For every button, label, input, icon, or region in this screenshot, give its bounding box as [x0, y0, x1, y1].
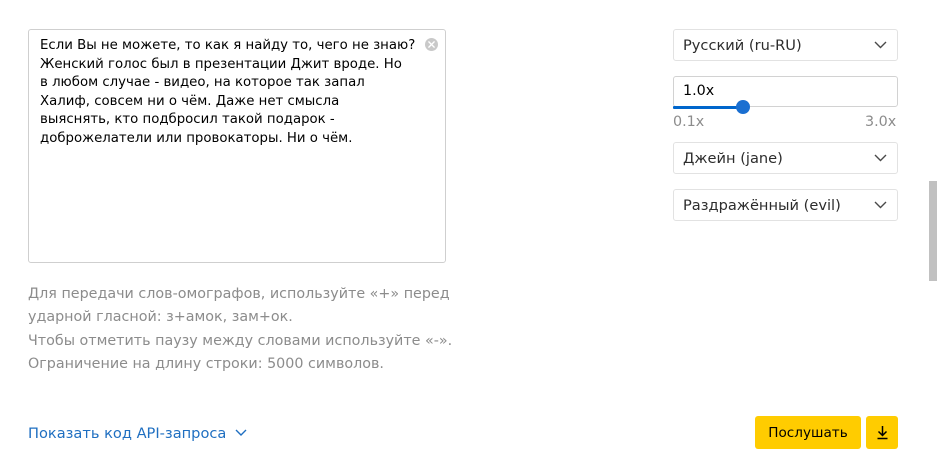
download-icon [877, 426, 887, 440]
hint-line: Ограничение на длину строки: 5000 символ… [28, 356, 384, 373]
chevron-down-icon [874, 41, 887, 49]
text-line: выяснять, кто подбросил такой подарок - [40, 112, 335, 128]
emotion-select[interactable]: Раздражённый (evil) [673, 189, 898, 221]
speed-input[interactable]: 1.0x [673, 76, 898, 107]
close-icon [428, 41, 435, 48]
download-button[interactable] [866, 416, 898, 449]
page-scrollbar[interactable] [929, 181, 937, 281]
speed-min-label: 0.1x [673, 114, 705, 130]
chevron-down-icon [874, 154, 887, 162]
hint-line: Для передачи слов-омографов, используйте… [28, 286, 450, 302]
chevron-down-icon [235, 429, 247, 436]
speed-max-label: 3.0x [865, 114, 897, 130]
text-line: доброжелатели или провокаторы. Ни о чём. [40, 130, 353, 146]
language-select-value: Русский (ru-RU) [683, 36, 802, 54]
text-line: Если Вы не можете, то как я найду то, че… [40, 38, 416, 53]
text-line: в любом случае - видео, на которое так з… [40, 75, 365, 91]
clear-text-button[interactable] [425, 38, 438, 51]
show-api-code-label: Показать код API-запроса [28, 424, 227, 442]
language-select[interactable]: Русский (ru-RU) [673, 29, 898, 61]
input-hints: Для передачи слов-омографов, используйте… [28, 283, 508, 377]
speed-slider-track[interactable] [673, 106, 743, 109]
text-line: Женский голос был в презентации Джит вро… [40, 56, 402, 72]
hint-line: ударной гласной: з+амок, зам+ок. [28, 309, 293, 326]
emotion-select-value: Раздражённый (evil) [683, 196, 841, 214]
text-input-area[interactable]: Если Вы не можете, то как я найду то, че… [28, 29, 446, 263]
listen-button[interactable]: Послушать [755, 416, 861, 449]
voice-select[interactable]: Джейн (jane) [673, 142, 898, 174]
show-api-code-link[interactable]: Показать код API-запроса [28, 423, 247, 443]
chevron-down-icon [874, 201, 887, 209]
text-line: Халиф, совсем ни о чём. Даже нет смысла [40, 93, 340, 109]
hint-line: Чтобы отметить паузу между словами испол… [28, 332, 453, 349]
text-input-content[interactable]: Если Вы не можете, то как я найду то, че… [40, 37, 420, 149]
voice-select-value: Джейн (jane) [683, 149, 783, 167]
speed-slider-thumb[interactable] [736, 100, 750, 114]
